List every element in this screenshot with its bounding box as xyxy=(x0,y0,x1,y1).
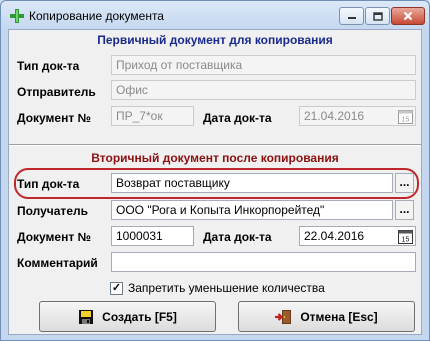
primary-doc-type-label: Тип док-та xyxy=(17,59,80,73)
primary-section-heading: Первичный документ для копирования xyxy=(97,33,333,47)
recipient-label: Получатель xyxy=(17,204,88,218)
create-button[interactable]: Создать [F5] xyxy=(39,301,216,332)
primary-doc-type-field: Приход от поставщика xyxy=(111,55,416,75)
primary-doc-number-label: Документ № xyxy=(17,111,91,125)
calendar-button-icon[interactable]: 15 xyxy=(398,229,413,244)
cancel-button[interactable]: Отмена [Esc] xyxy=(238,301,415,332)
secondary-doc-date-label: Дата док-та xyxy=(203,230,272,244)
primary-doc-date-label: Дата док-та xyxy=(203,111,272,125)
create-button-label: Создать [F5] xyxy=(102,309,177,324)
title-bar[interactable]: Копирование документа xyxy=(1,1,429,31)
exit-door-icon xyxy=(275,309,292,324)
secondary-doc-number-label: Документ № xyxy=(17,230,91,244)
recipient-field[interactable]: ООО "Рога и Копыта Инкорпорейтед" xyxy=(111,200,393,220)
window-title: Копирование документа xyxy=(29,9,164,23)
sender-label: Отправитель xyxy=(17,85,96,99)
cancel-button-label: Отмена [Esc] xyxy=(300,309,378,324)
app-plus-icon xyxy=(10,9,24,23)
close-button[interactable] xyxy=(391,7,425,25)
dialog-window: Копирование документа Первичный документ… xyxy=(0,0,430,341)
primary-doc-date-value: 21.04.2016 xyxy=(304,109,365,123)
secondary-calendar-day: 15 xyxy=(402,237,410,244)
minimize-icon xyxy=(347,17,356,19)
minimize-button[interactable] xyxy=(339,7,364,25)
maximize-icon xyxy=(372,11,383,21)
sender-field: Офис xyxy=(111,80,416,100)
forbid-decrease-checkbox[interactable]: ✓ xyxy=(110,282,123,295)
maximize-button[interactable] xyxy=(365,7,390,25)
highlight-annotation xyxy=(14,168,419,199)
calendar-icon: 15 xyxy=(398,110,413,124)
save-disk-icon xyxy=(79,309,94,324)
recipient-select-button[interactable]: ... xyxy=(395,200,414,220)
secondary-doc-number-field[interactable]: 1000031 xyxy=(111,226,194,246)
dialog-body: Первичный документ для копирования Тип д… xyxy=(8,29,422,335)
section-divider xyxy=(9,144,421,146)
primary-calendar-day: 15 xyxy=(402,117,410,124)
primary-doc-number-field: ПР_7*ок xyxy=(111,106,194,126)
forbid-decrease-label[interactable]: Запретить уменьшение количества xyxy=(128,281,325,295)
comment-field[interactable] xyxy=(111,252,416,272)
close-icon xyxy=(403,11,413,21)
secondary-section-heading: Вторичный документ после копирования xyxy=(91,151,339,165)
comment-label: Комментарий xyxy=(17,256,98,270)
secondary-doc-date-value: 22.04.2016 xyxy=(304,229,365,243)
